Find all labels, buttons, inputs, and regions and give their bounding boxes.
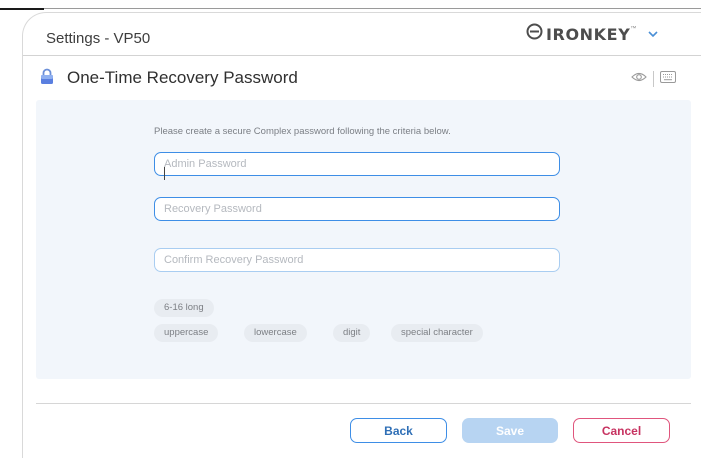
brand-trademark: ™ <box>630 26 637 32</box>
brand-logo[interactable]: IRONKEY ™ <box>526 22 658 46</box>
keyboard-icon[interactable] <box>660 70 676 88</box>
title-bar: Settings - VP50 IRONKEY ™ <box>23 13 701 56</box>
top-edge-line <box>0 8 44 10</box>
header-icons <box>631 70 676 88</box>
criteria-length-chip: 6-16 long <box>154 299 214 317</box>
chevron-down-icon[interactable] <box>648 27 658 41</box>
save-button[interactable]: Save <box>462 418 558 443</box>
brand-name: IRONKEY <box>546 24 631 44</box>
page-header: One-Time Recovery Password <box>23 56 701 100</box>
page-title: One-Time Recovery Password <box>67 68 298 87</box>
recovery-password-field[interactable] <box>154 197 560 221</box>
criteria-digit-chip: digit <box>333 324 371 342</box>
criteria-special-character-chip: special character <box>391 324 483 342</box>
criteria-lowercase-chip: lowercase <box>244 324 307 342</box>
text-cursor <box>164 167 165 180</box>
icon-divider <box>653 71 654 87</box>
criteria-uppercase-chip: uppercase <box>154 324 219 342</box>
password-panel: Please create a secure Complex password … <box>36 100 691 379</box>
eye-icon[interactable] <box>631 70 647 88</box>
cancel-button[interactable]: Cancel <box>573 418 670 443</box>
settings-window: Settings - VP50 IRONKEY ™ One-Time Recov… <box>22 12 701 458</box>
top-edge-hairline <box>44 8 701 9</box>
footer-divider <box>36 403 691 404</box>
admin-password-field[interactable] <box>154 152 560 176</box>
lock-icon <box>40 68 54 90</box>
confirm-recovery-password-field[interactable] <box>154 248 560 272</box>
window-title: Settings - VP50 <box>46 30 151 47</box>
instructions-text: Please create a secure Complex password … <box>154 126 451 137</box>
ironkey-logo-icon <box>526 23 543 45</box>
back-button[interactable]: Back <box>350 418 447 443</box>
